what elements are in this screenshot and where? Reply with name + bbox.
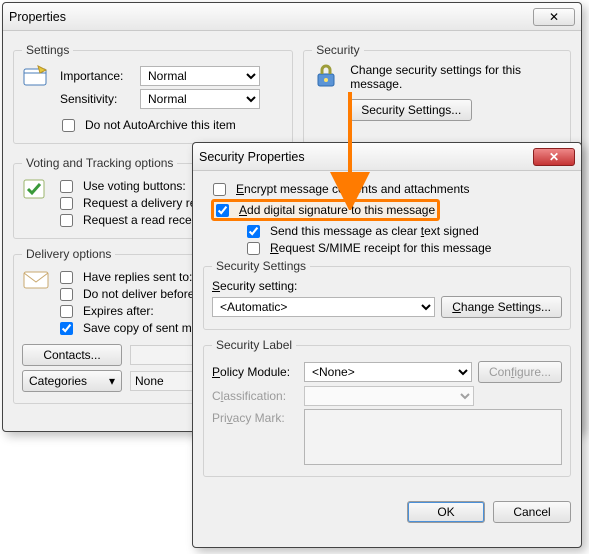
- delivery-icon: [22, 267, 52, 293]
- chevron-down-icon: ▾: [109, 374, 115, 388]
- expires-checkbox[interactable]: [60, 305, 73, 318]
- smime-label: Request S/MIME receipt for this message: [270, 241, 491, 255]
- save-copy-checkbox[interactable]: [60, 322, 73, 335]
- security-legend: Security: [312, 43, 363, 57]
- configure-button[interactable]: Configure...: [478, 361, 562, 383]
- cleartext-checkbox[interactable]: [247, 225, 260, 238]
- privacy-mark-field: [304, 409, 562, 465]
- have-replies-label: Have replies sent to:: [83, 270, 192, 284]
- not-before-label: Do not deliver before:: [83, 287, 198, 301]
- security-setting-select[interactable]: <Automatic>: [212, 297, 435, 317]
- lock-icon: [312, 63, 342, 89]
- request-delivery-label: Request a delivery rece: [83, 196, 209, 210]
- have-replies-checkbox[interactable]: [60, 271, 73, 284]
- add-signature-checkbox[interactable]: [216, 204, 229, 217]
- importance-select[interactable]: Normal: [140, 66, 260, 86]
- use-voting-label: Use voting buttons:: [83, 179, 186, 193]
- encrypt-label: Encrypt message contents and attachments: [236, 182, 469, 196]
- sensitivity-select[interactable]: Normal: [140, 89, 260, 109]
- auto-archive-checkbox[interactable]: [62, 119, 75, 132]
- settings-icon: [22, 63, 52, 89]
- request-delivery-checkbox[interactable]: [60, 197, 73, 210]
- request-read-label: Request a read receipt: [83, 213, 204, 227]
- policy-module-label: Policy Module:: [212, 365, 298, 379]
- properties-titlebar: Properties ✕: [3, 3, 581, 31]
- privacy-mark-label: Privacy Mark:: [212, 409, 298, 425]
- smime-checkbox[interactable]: [247, 242, 260, 255]
- sensitivity-label: Sensitivity:: [60, 92, 134, 106]
- sec-settings-fieldset: Security Settings Security setting: <Aut…: [203, 259, 571, 330]
- request-read-checkbox[interactable]: [60, 214, 73, 227]
- importance-label: Importance:: [60, 69, 134, 83]
- voting-icon: [22, 176, 52, 202]
- security-desc: Change security settings for this messag…: [350, 63, 562, 91]
- secprops-titlebar: Security Properties ✕: [193, 143, 581, 171]
- sec-label-fieldset: Security Label Policy Module: <None> Con…: [203, 338, 571, 477]
- sec-label-legend: Security Label: [212, 338, 296, 352]
- security-settings-button[interactable]: Security Settings...: [350, 99, 472, 121]
- not-before-checkbox[interactable]: [60, 288, 73, 301]
- settings-fieldset: Settings Importance: Normal Sensitivity:…: [13, 43, 293, 144]
- security-properties-window: Security Properties ✕ Encrypt message co…: [192, 142, 582, 548]
- change-settings-button[interactable]: Change Settings...: [441, 296, 562, 318]
- close-icon[interactable]: ✕: [533, 148, 575, 166]
- secprops-title: Security Properties: [199, 150, 305, 164]
- expires-label: Expires after:: [83, 304, 154, 318]
- save-copy-label: Save copy of sent mes: [83, 321, 204, 335]
- close-icon[interactable]: ✕: [533, 8, 575, 26]
- cleartext-label: Send this message as clear text signed: [270, 224, 479, 238]
- classification-select: [304, 386, 474, 406]
- categories-button[interactable]: Categories ▾: [22, 370, 122, 392]
- add-signature-label: Add digital signature to this message: [239, 203, 435, 217]
- properties-title: Properties: [9, 10, 66, 24]
- sec-settings-legend: Security Settings: [212, 259, 310, 273]
- policy-module-select[interactable]: <None>: [304, 362, 472, 382]
- delivery-legend: Delivery options: [22, 247, 115, 261]
- ok-button[interactable]: OK: [407, 501, 485, 523]
- security-fieldset: Security Change security settings for th…: [303, 43, 571, 144]
- use-voting-checkbox[interactable]: [60, 180, 73, 193]
- contacts-button[interactable]: Contacts...: [22, 344, 122, 366]
- auto-archive-label: Do not AutoArchive this item: [85, 118, 236, 132]
- settings-legend: Settings: [22, 43, 73, 57]
- classification-label: Classification:: [212, 389, 298, 403]
- voting-legend: Voting and Tracking options: [22, 156, 177, 170]
- sec-setting-label: Security setting:: [212, 279, 562, 293]
- encrypt-checkbox[interactable]: [213, 183, 226, 196]
- cancel-button[interactable]: Cancel: [493, 501, 571, 523]
